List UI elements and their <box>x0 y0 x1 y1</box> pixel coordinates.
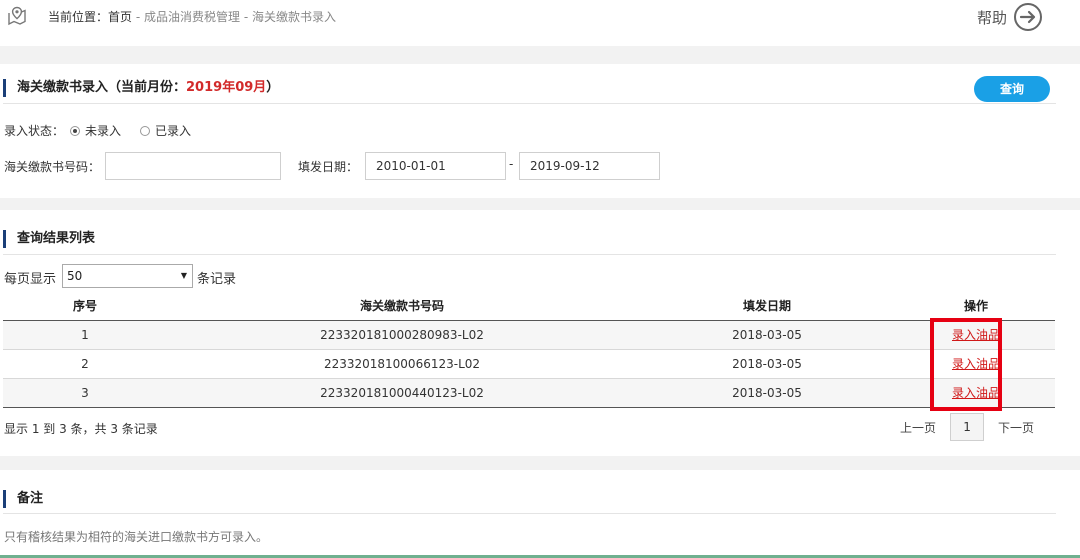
section-gap <box>0 456 1080 470</box>
section-gap <box>0 198 1080 210</box>
enter-oil-link[interactable]: 录入油品 <box>952 386 1000 400</box>
enter-oil-link[interactable]: 录入油品 <box>952 357 1000 371</box>
notes-panel-title: 备注 <box>3 490 43 508</box>
per-page-suffix: 条记录 <box>197 272 237 287</box>
number-label: 海关缴款书号码： <box>4 160 101 174</box>
column-header: 填发日期 <box>637 292 897 321</box>
enter-oil-link[interactable]: 录入油品 <box>952 328 1000 342</box>
chevron-down-icon: ▼ <box>180 271 187 280</box>
breadcrumb-home[interactable]: 首页 <box>108 10 132 24</box>
date-to-input[interactable]: 2019-09-12 <box>519 152 660 180</box>
row-date: 2018-03-05 <box>637 349 897 379</box>
section-gap <box>0 46 1080 64</box>
breadcrumb: 当前位置：首页 - 成品油消费税管理 - 海关缴款书录入 <box>48 8 336 25</box>
column-header: 操作 <box>897 292 1055 321</box>
breadcrumb-prefix: 当前位置： <box>48 10 109 24</box>
notes-text: 只有稽核结果为相符的海关进口缴款书方可录入。 <box>4 530 269 544</box>
date-separator: - <box>509 157 514 171</box>
breadcrumb-separator: - <box>132 10 144 24</box>
radio-label: 未录入 <box>85 124 122 138</box>
row-index: 1 <box>3 320 167 350</box>
current-month: 2019年09月 <box>186 80 267 95</box>
query-button[interactable]: 查询 <box>974 76 1050 102</box>
row-date: 2018-03-05 <box>637 378 897 408</box>
entry-panel-title: 海关缴款书录入（当前月份：2019年09月） <box>3 79 279 97</box>
next-page-link[interactable]: 下一页 <box>998 419 1034 436</box>
top-bar: 当前位置：首页 - 成品油消费税管理 - 海关缴款书录入 帮助 <box>0 0 1080 46</box>
divider <box>3 103 1056 104</box>
row-number: 223320181000440123-L02 <box>167 378 637 408</box>
help-label: 帮助 <box>977 8 1008 27</box>
per-page-label: 每页显示 <box>4 272 57 287</box>
radio-not-entered[interactable]: 未录入 <box>70 122 121 139</box>
breadcrumb-separator: - <box>240 10 252 24</box>
divider <box>3 254 1056 255</box>
radio-unchecked-icon <box>140 125 150 136</box>
help-button[interactable]: 帮助 <box>977 3 1043 31</box>
divider <box>3 513 1056 514</box>
radio-entered[interactable]: 已录入 <box>140 122 191 139</box>
row-date: 2018-03-05 <box>637 320 897 350</box>
arrow-right-circle-icon <box>1014 3 1043 31</box>
row-action-cell: 录入油品 <box>897 378 1055 408</box>
row-index: 3 <box>3 378 167 408</box>
column-header: 海关缴款书号码 <box>167 292 637 321</box>
row-number: 22332018100066123-L02 <box>167 349 637 379</box>
status-label: 录入状态： <box>4 124 65 138</box>
row-action-cell: 录入油品 <box>897 349 1055 379</box>
prev-page-link[interactable]: 上一页 <box>900 419 936 436</box>
row-number: 223320181000280983-L02 <box>167 320 637 350</box>
breadcrumb-section[interactable]: 成品油消费税管理 <box>144 10 240 24</box>
entry-title-text: 海关缴款书录入（当前月份： <box>17 80 187 95</box>
date-label: 填发日期： <box>298 160 359 174</box>
results-table: 序号 海关缴款书号码 填发日期 操作 1 223320181000280983-… <box>3 292 1055 408</box>
pagination-summary: 显示 1 到 3 条，共 3 条记录 <box>4 422 158 436</box>
entry-title-end: ） <box>266 80 280 95</box>
results-panel-title: 查询结果列表 <box>3 230 95 248</box>
breadcrumb-current: 海关缴款书录入 <box>251 10 336 24</box>
row-index: 2 <box>3 349 167 379</box>
per-page-value: 50 <box>67 269 83 283</box>
number-input[interactable] <box>105 152 281 180</box>
map-location-icon <box>8 6 26 26</box>
radio-label: 已录入 <box>155 124 192 138</box>
table-row: 2 22332018100066123-L02 2018-03-05 录入油品 <box>3 349 1055 379</box>
column-header: 序号 <box>3 292 167 321</box>
table-row: 3 223320181000440123-L02 2018-03-05 录入油品 <box>3 378 1055 408</box>
table-header-row: 序号 海关缴款书号码 填发日期 操作 <box>3 292 1055 321</box>
pagination: 上一页 1 下一页 <box>900 413 1034 441</box>
table-row: 1 223320181000280983-L02 2018-03-05 录入油品 <box>3 320 1055 350</box>
date-from-input[interactable]: 2010-01-01 <box>365 152 506 180</box>
page-number-button[interactable]: 1 <box>950 413 985 441</box>
radio-checked-icon <box>70 125 80 136</box>
row-action-cell: 录入油品 <box>897 320 1055 350</box>
per-page-select[interactable]: 50 ▼ <box>62 264 193 288</box>
